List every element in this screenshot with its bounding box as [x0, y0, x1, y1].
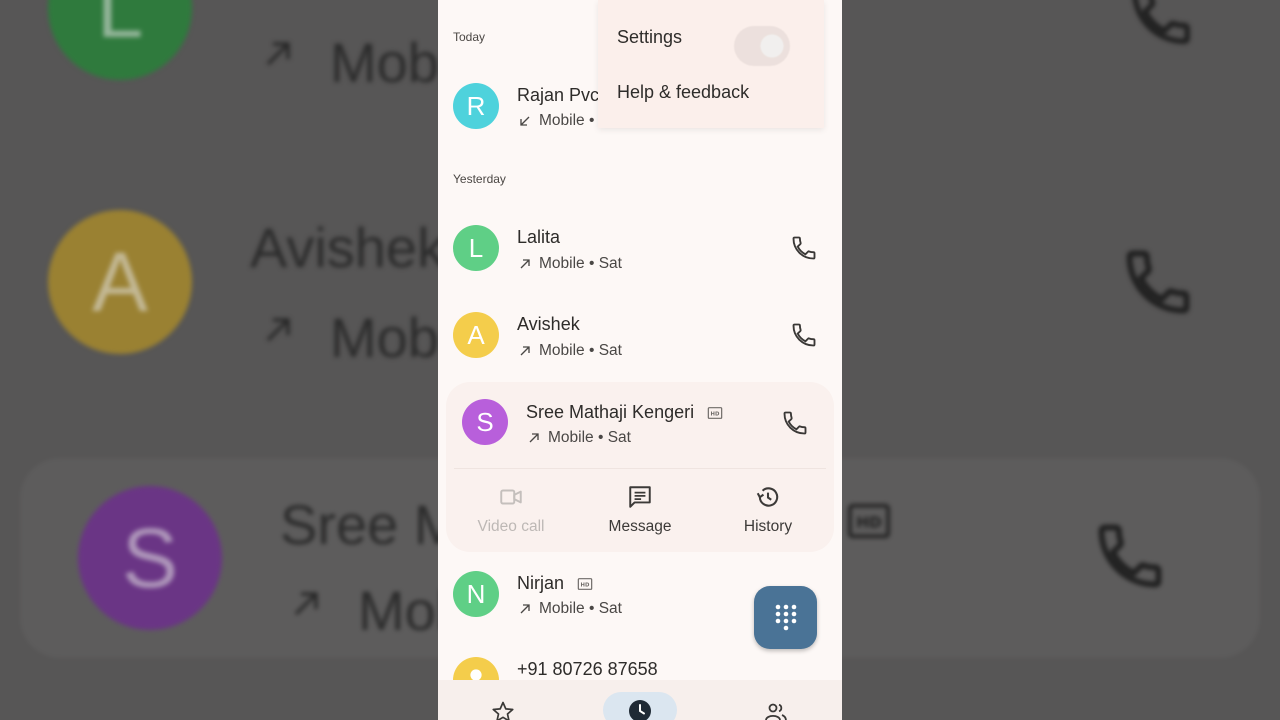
- history-label: History: [743, 518, 793, 535]
- svg-text:HD: HD: [856, 514, 882, 532]
- call-detail: Mobile • Sat: [517, 255, 622, 273]
- hd-icon: HD: [577, 578, 593, 591]
- background-hd-icon: HD: [848, 503, 890, 539]
- call-detail: Mobile • Sat: [526, 429, 631, 447]
- call-log-row[interactable]: L Lalita Mobile • Sat: [438, 206, 842, 290]
- phone-icon[interactable]: [781, 409, 809, 437]
- background-phone-icon: [1126, 250, 1190, 314]
- phone-icon[interactable]: [790, 234, 818, 262]
- background-text: Mobi: [330, 31, 452, 94]
- hd-icon: HD: [707, 407, 723, 420]
- dialpad-icon: [775, 604, 796, 630]
- section-yesterday: Yesterday: [453, 172, 506, 186]
- history-icon: [756, 487, 779, 507]
- ripple-toggle: [734, 26, 790, 66]
- background-text: Avishek: [250, 216, 446, 279]
- contact-name: Nirjan HD: [517, 573, 593, 594]
- outgoing-call-icon: [520, 346, 530, 356]
- phone-icon[interactable]: [790, 321, 818, 349]
- dialpad-button[interactable]: [754, 586, 817, 649]
- star-icon[interactable]: [491, 700, 515, 720]
- outgoing-call-icon: [520, 604, 530, 614]
- menu-item-settings[interactable]: Settings: [617, 27, 682, 48]
- svg-text:HD: HD: [581, 583, 590, 589]
- contacts-icon[interactable]: [764, 700, 788, 720]
- background-text: Sree M: [280, 493, 461, 556]
- overflow-menu: Settings Help & feedback: [598, 0, 824, 128]
- section-today: Today: [453, 30, 486, 44]
- video-call-button[interactable]: Video call: [451, 484, 571, 536]
- message-icon: [629, 486, 651, 508]
- background-arrow-icon: [294, 592, 318, 616]
- call-detail-text: Mobile • Sat: [539, 342, 622, 359]
- call-detail: Mobile • Sat: [517, 342, 622, 360]
- phone-screen: Today R Rajan Pvc Mobile • Yesterday L L…: [438, 0, 842, 720]
- svg-text:HD: HD: [711, 412, 720, 418]
- contact-name-text: Sree Mathaji Kengeri: [526, 402, 695, 422]
- background-avatar: L: [48, 0, 192, 80]
- divider: [454, 468, 826, 469]
- video-call-icon: [500, 489, 522, 505]
- message-button[interactable]: Message: [580, 484, 700, 536]
- call-detail-text: Mobile • Sat: [539, 255, 622, 272]
- expanded-call-card[interactable]: S Sree Mathaji Kengeri HD Mobile • Sat V…: [446, 382, 834, 552]
- contact-name: Sree Mathaji Kengeri HD: [526, 402, 723, 423]
- menu-item-help-feedback[interactable]: Help & feedback: [617, 82, 749, 103]
- incoming-call-icon: [520, 116, 530, 126]
- history-button[interactable]: History: [708, 484, 828, 536]
- contact-name: Rajan Pvc: [517, 85, 600, 105]
- background-avatar: S: [78, 486, 222, 630]
- background-avatar: A: [48, 210, 192, 354]
- contact-name: Lalita: [517, 227, 561, 247]
- outgoing-call-icon: [520, 259, 530, 269]
- message-label: Message: [608, 518, 672, 535]
- call-log-row[interactable]: A Avishek Mobile • Sat: [438, 293, 842, 377]
- contact-name: Avishek: [517, 314, 580, 334]
- outgoing-call-icon: [529, 433, 539, 443]
- contact-name: +91 80726 87658: [517, 659, 658, 679]
- call-detail-text: Mobile • Sat: [539, 600, 622, 617]
- avatar[interactable]: A: [453, 312, 499, 358]
- avatar[interactable]: R: [453, 83, 499, 129]
- avatar[interactable]: N: [453, 571, 499, 617]
- video-call-label: Video call: [477, 518, 545, 535]
- background-phone-icon: [1098, 524, 1162, 588]
- bottom-navigation: [438, 680, 842, 720]
- call-detail-text: Mobile • Sat: [548, 429, 631, 446]
- avatar[interactable]: S: [462, 399, 508, 445]
- background-arrow-icon: [266, 318, 290, 342]
- background-arrow-icon: [266, 42, 290, 66]
- background-text: Mobi: [330, 306, 452, 369]
- call-detail: Mobile •: [517, 112, 594, 130]
- background-phone-icon: [1132, 0, 1190, 44]
- clock-icon[interactable]: [628, 699, 652, 720]
- avatar[interactable]: L: [453, 225, 499, 271]
- call-detail: Mobile • Sat: [517, 600, 622, 618]
- call-detail-text: Mobile •: [539, 112, 595, 129]
- contact-name-text: Nirjan: [517, 573, 565, 593]
